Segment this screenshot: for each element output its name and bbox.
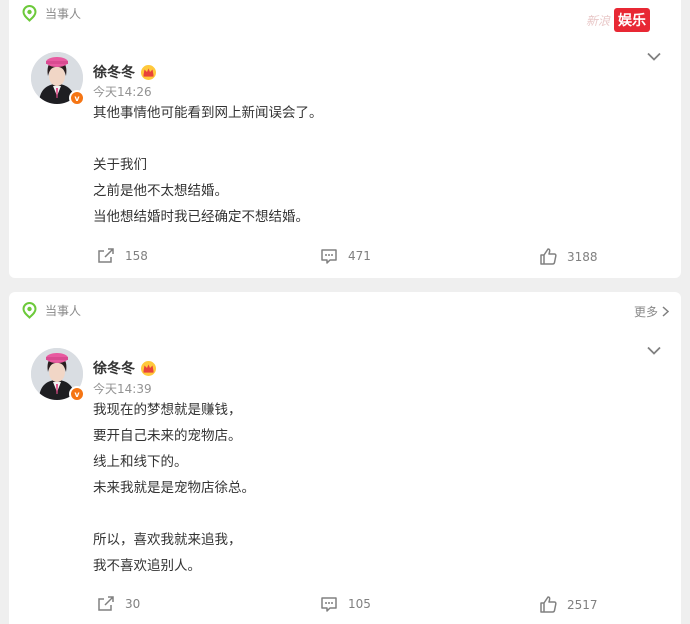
- post-time[interactable]: 今天14:26: [93, 83, 152, 100]
- watermark: 新浪 娱乐: [586, 8, 651, 32]
- location-pin-icon: [22, 302, 37, 319]
- avatar[interactable]: v: [31, 348, 85, 402]
- comment-button[interactable]: 471: [320, 248, 371, 264]
- content-line: 当他想结婚时我已经确定不想结婚。: [93, 209, 309, 225]
- repost-button[interactable]: 30: [97, 596, 140, 612]
- comment-icon: [321, 597, 337, 612]
- comment-count: 105: [348, 597, 371, 611]
- content-line: 我不喜欢追别人。: [93, 558, 201, 574]
- crown-icon[interactable]: [140, 360, 157, 376]
- verified-badge: v: [69, 386, 85, 402]
- post-card: 当事人 v 徐冬冬 今天14:26 其他事情他可能看到网上新闻误会了。 关于我们…: [9, 0, 681, 278]
- post-tag-label: 当事人: [45, 7, 82, 21]
- repost-button[interactable]: 158: [97, 248, 148, 264]
- repost-count: 30: [125, 597, 141, 611]
- content-blank-line: [93, 126, 323, 152]
- comment-button[interactable]: 105: [320, 596, 371, 612]
- content-line: 线上和线下的。: [93, 454, 188, 470]
- author-name[interactable]: 徐冬冬: [93, 358, 135, 378]
- share-icon: [98, 596, 114, 611]
- chevron-right-icon: [662, 306, 669, 317]
- content-line: 所以，喜欢我就来追我，: [93, 532, 242, 548]
- content-line: 要开自己未来的宠物店。: [93, 428, 242, 444]
- chevron-down-icon[interactable]: [647, 52, 661, 61]
- more-button[interactable]: 更多: [634, 303, 669, 320]
- content-line: 之前是他不太想结婚。: [93, 183, 228, 199]
- like-button[interactable]: 2517: [539, 596, 598, 613]
- comment-icon: [321, 249, 337, 264]
- share-icon: [98, 248, 114, 263]
- post-content: 我现在的梦想就是赚钱， 要开自己未来的宠物店。 线上和线下的。 未来我就是是宠物…: [93, 397, 255, 579]
- like-count: 2517: [567, 597, 598, 612]
- post-card: 当事人 更多 v 徐冬冬 今天14:39 我现在的梦想就是赚钱， 要开自己未来的…: [9, 292, 681, 624]
- more-label: 更多: [633, 305, 658, 319]
- like-count: 3188: [567, 249, 598, 264]
- post-tag[interactable]: 当事人: [22, 302, 81, 319]
- chevron-down-icon[interactable]: [647, 346, 661, 355]
- thumbs-up-icon: [540, 248, 557, 265]
- content-line: 其他事情他可能看到网上新闻误会了。: [93, 105, 323, 121]
- watermark-badge: 娱乐: [614, 8, 651, 32]
- content-line: 关于我们: [93, 157, 147, 173]
- crown-icon[interactable]: [140, 64, 157, 80]
- post-time[interactable]: 今天14:39: [93, 380, 152, 397]
- like-button[interactable]: 3188: [539, 248, 598, 265]
- post-tag-label: 当事人: [45, 304, 82, 318]
- verified-badge: v: [69, 90, 85, 106]
- comment-count: 471: [348, 249, 371, 263]
- content-line: 我现在的梦想就是赚钱，: [93, 402, 242, 418]
- post-content: 其他事情他可能看到网上新闻误会了。 关于我们 之前是他不太想结婚。 当他想结婚时…: [93, 100, 323, 230]
- content-line: 未来我就是是宠物店徐总。: [93, 480, 255, 496]
- location-pin-icon: [22, 5, 37, 22]
- post-tag[interactable]: 当事人: [22, 5, 81, 22]
- avatar[interactable]: v: [31, 52, 85, 106]
- watermark-faint-text: 新浪: [586, 13, 611, 28]
- content-blank-line: [93, 501, 255, 527]
- thumbs-up-icon: [540, 596, 557, 613]
- repost-count: 158: [125, 249, 148, 263]
- author-name[interactable]: 徐冬冬: [93, 62, 135, 82]
